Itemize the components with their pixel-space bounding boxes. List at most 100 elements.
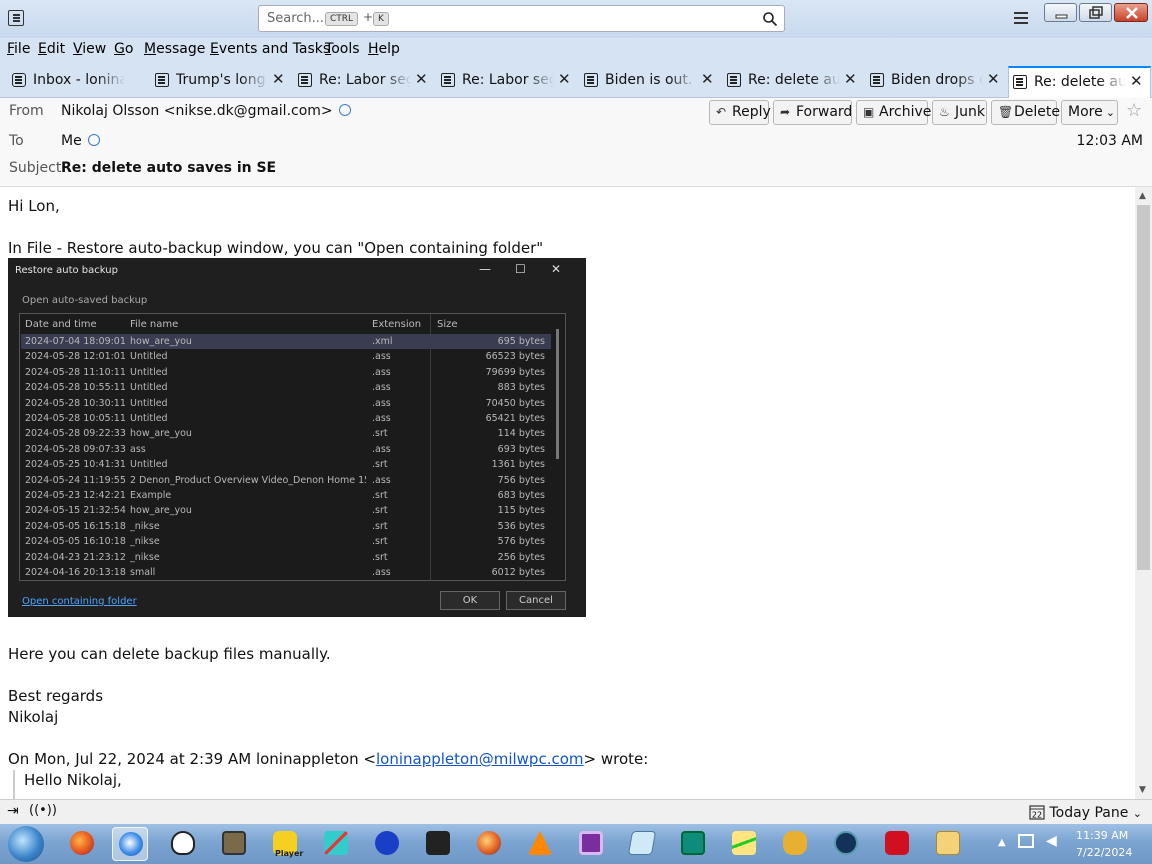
more-button[interactable]: More ⌄: [1061, 100, 1118, 125]
menu-tools[interactable]: Tools: [325, 41, 360, 57]
row-date: 2024-07-04 18:09:01: [25, 336, 126, 347]
tab-message[interactable]: Biden drops o ✕: [866, 66, 1009, 96]
from-value[interactable]: Nikolaj Olsson <nikse.dk@gmail.com>: [61, 103, 351, 119]
close-tab-icon[interactable]: ✕: [272, 70, 285, 88]
menu-message[interactable]: Message: [144, 41, 205, 57]
reply-button[interactable]: ↶ Reply: [709, 100, 771, 125]
menu-go[interactable]: Go: [114, 41, 133, 57]
menu-view[interactable]: View: [73, 41, 106, 57]
windows-taskbar: Player ▲ ◀ 11:39 AM 7/22/2024: [0, 824, 1152, 864]
quote-header: On Mon, Jul 22, 2024 at 2:39 AM loninapp…: [8, 750, 648, 768]
backup-row: 2024-05-25 10:41:31 Untitled .srt 1361 byte…: [21, 457, 551, 472]
quote-bar: [13, 770, 15, 799]
graph-app-icon[interactable]: [726, 827, 762, 861]
pineapple-icon[interactable]: [777, 827, 813, 861]
scroll-down-icon[interactable]: ▼: [1139, 785, 1146, 795]
row-date: 2024-05-05 16:10:18: [25, 536, 126, 548]
collapse-pane-icon[interactable]: ⇥: [7, 803, 19, 819]
row-date: 2024-05-25 10:41:31: [25, 459, 126, 471]
open-folder-link: Open containing folder: [22, 596, 137, 607]
close-tab-icon[interactable]: ✕: [987, 70, 1000, 88]
shortcut-k-key: K: [373, 12, 389, 26]
close-tab-icon[interactable]: ✕: [558, 70, 571, 88]
from-address[interactable]: Nikolaj Olsson <nikse.dk@gmail.com>: [61, 103, 333, 119]
close-tab-icon[interactable]: ✕: [844, 70, 857, 88]
tab-message[interactable]: Re: Labor seg ✕: [437, 66, 580, 96]
clapperboard-icon[interactable]: [420, 827, 456, 861]
add-contact-icon[interactable]: [338, 104, 351, 116]
row-date: 2024-05-28 10:05:11: [25, 413, 126, 424]
tab-message[interactable]: Re: delete aut ✕: [723, 66, 866, 96]
row-size: 695 bytes: [497, 336, 545, 347]
player-app-icon[interactable]: Player: [267, 827, 303, 861]
delete-button[interactable]: 🗑Delete: [991, 100, 1060, 125]
tab-message-active[interactable]: Re: delete auto ✕: [1008, 66, 1151, 99]
menu-edit[interactable]: Edit: [38, 41, 65, 57]
globe-app-icon[interactable]: [471, 827, 507, 861]
archive-button[interactable]: ▣ Archive: [856, 100, 931, 125]
start-button[interactable]: [8, 826, 44, 862]
search-icon[interactable]: [762, 11, 778, 27]
star-icon[interactable]: ☆: [1126, 100, 1142, 121]
quote-prefix: On Mon, Jul 22, 2024 at 2:39 AM loninapp…: [8, 750, 376, 768]
tab-message[interactable]: Biden is out. ✕: [580, 66, 723, 96]
tab-label: Re: Labor seg: [319, 72, 411, 88]
show-hidden-icons-icon[interactable]: ▲: [998, 837, 1006, 848]
scroll-up-icon[interactable]: ▲: [1139, 191, 1146, 201]
text-editor-icon[interactable]: [216, 827, 252, 861]
online-status-icon[interactable]: ((•)): [29, 803, 57, 818]
forward-label: Forward: [796, 104, 853, 120]
search-input[interactable]: Search... CTRL + K: [258, 5, 785, 32]
to-value[interactable]: Me: [61, 133, 100, 149]
scroll-thumb[interactable]: [1137, 205, 1150, 570]
notepad-icon[interactable]: [624, 827, 660, 861]
menu-file[interactable]: File: [7, 41, 30, 57]
headphones-icon[interactable]: [369, 827, 405, 861]
vlc-icon[interactable]: [522, 827, 558, 861]
row-extension: .srt: [372, 520, 388, 532]
close-tab-icon[interactable]: ✕: [415, 70, 428, 88]
regards-text: Best regards: [8, 687, 104, 705]
clock-date[interactable]: 7/22/2024: [1076, 846, 1132, 859]
cpu-app-icon[interactable]: [573, 827, 609, 861]
file-explorer-icon[interactable]: [930, 827, 966, 861]
firefox-icon[interactable]: [64, 827, 100, 861]
forward-button[interactable]: ➦ Forward: [773, 100, 852, 125]
inbox-icon: [12, 73, 26, 87]
junk-button[interactable]: ♨ Junk: [932, 100, 987, 125]
tab-label: Re: Labor seg: [462, 72, 554, 88]
spaces-menu-icon[interactable]: [8, 10, 24, 26]
row-extension: .ass: [372, 413, 391, 424]
clock-time[interactable]: 11:39 AM: [1076, 829, 1128, 842]
row-file-name: ass: [130, 443, 146, 455]
minimize-button[interactable]: [1044, 3, 1077, 22]
today-pane-button[interactable]: 22 Today Pane ⌄: [1029, 804, 1142, 821]
volume-icon[interactable]: ◀: [1046, 833, 1057, 849]
close-tab-icon[interactable]: ✕: [1130, 72, 1143, 90]
row-file-name: 2 Denon_Product Overview Video_Denon Hom…: [130, 474, 366, 486]
text-app-icon[interactable]: [675, 827, 711, 861]
body-scrollbar[interactable]: ▲ ▼: [1135, 187, 1152, 799]
to-address[interactable]: Me: [61, 133, 82, 149]
restore-button[interactable]: [1079, 3, 1112, 22]
close-window-button[interactable]: [1114, 3, 1148, 22]
download-icon[interactable]: [879, 827, 915, 861]
quote-email-link[interactable]: loninappleton@milwpc.com: [376, 750, 584, 768]
row-file-name: how_are_you: [130, 505, 192, 517]
subtitle-edit-icon[interactable]: [318, 827, 354, 861]
tab-inbox[interactable]: Inbox - loninappleton: [8, 66, 151, 96]
menu-help[interactable]: Help: [368, 41, 400, 57]
menu-events-and-tasks[interactable]: Events and Tasks: [210, 41, 330, 57]
thunderbird-icon[interactable]: [112, 827, 148, 861]
tab-message[interactable]: Re: Labor seg ✕: [294, 66, 437, 96]
trash-icon: 🗑: [998, 105, 1014, 119]
network-icon[interactable]: [1018, 834, 1034, 848]
signal-app-icon[interactable]: [828, 827, 864, 861]
close-tab-icon[interactable]: ✕: [701, 70, 714, 88]
alien-app-icon[interactable]: [165, 827, 201, 861]
today-pane-label: Today Pane: [1049, 805, 1129, 821]
app-menu-icon[interactable]: [1014, 12, 1028, 24]
contact-icon[interactable]: [87, 134, 100, 146]
row-date: 2024-05-28 09:07:33: [25, 443, 126, 455]
tab-message[interactable]: Trump's long ✕: [151, 66, 294, 96]
